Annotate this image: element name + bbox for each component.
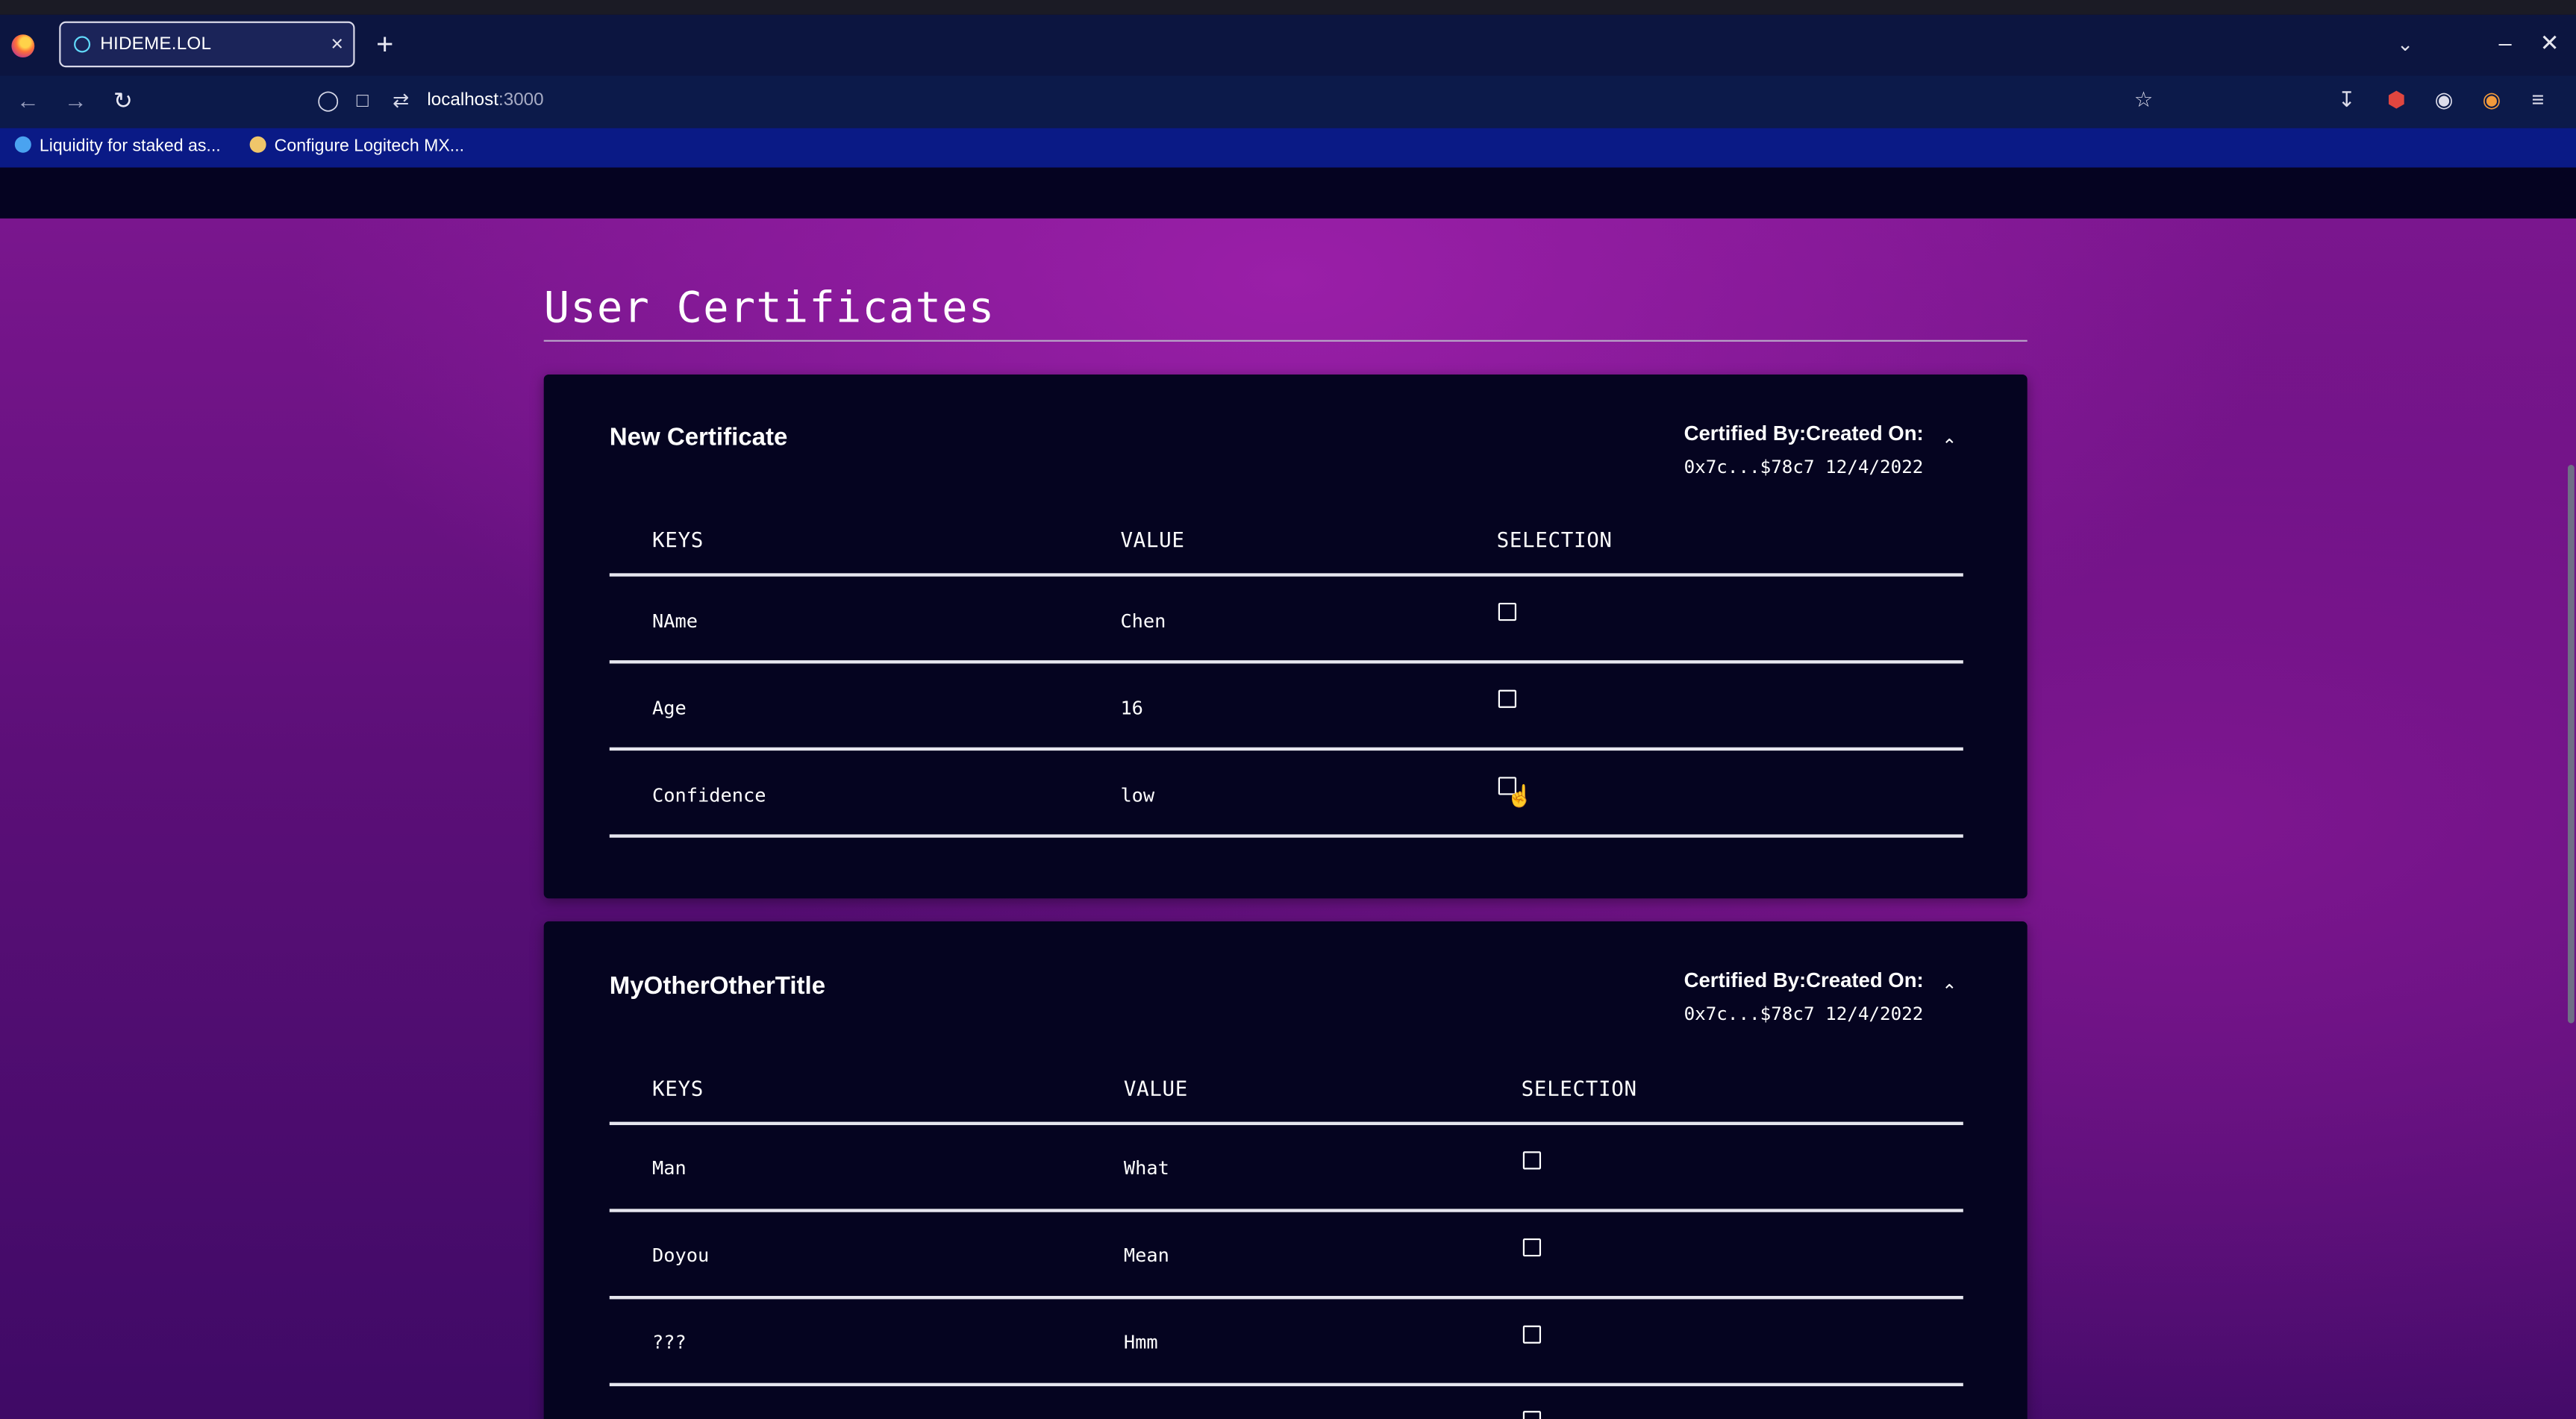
app-header [0,167,2576,219]
certificate-meta: 0x7c...$78c7 12/4/2022 [1684,1003,1924,1025]
header-divider [609,573,1963,577]
row-key: Man [652,1156,687,1180]
close-window-icon[interactable]: ✕ [2540,30,2560,57]
row-divider [609,1382,1963,1387]
bookmark-item[interactable]: Liquidity for staked as... [14,136,221,157]
selection-checkbox[interactable] [1498,689,1517,708]
certified-by-label: Certified By:Created On: [1684,422,1924,445]
row-key: Age [652,696,687,720]
row-value: Mean [1123,1243,1169,1267]
url-host: localhost [427,90,498,110]
row-key: ??? [652,1330,687,1354]
screen: HIDEME.LOL × + ⌄ – ✕ ← → ↻ ◯ □ ⇄ localho… [0,0,2576,1419]
column-header-value: VALUE [1120,527,1185,552]
navigation-bar: ← → ↻ ◯ □ ⇄ localhost:3000 ☆ ↧ ⬢ ◉ ◉ ≡ [0,75,2576,128]
certified-by-label: Certified By:Created On: [1684,968,1924,992]
row-key: NAme [652,609,698,633]
react-favicon-icon [74,36,91,53]
column-header-keys: KEYS [652,527,704,552]
ublock-origin-icon[interactable]: ⬢ [2387,87,2406,113]
tab-title: HIDEME.LOL [100,34,212,54]
forward-icon[interactable]: → [64,87,87,113]
row-value: Hmm [1123,1330,1158,1354]
tab-bar: HIDEME.LOL × + ⌄ – ✕ [0,14,2576,76]
created-on-value: 12/4/2022 [1825,457,1924,478]
certificate-title: MyOtherOtherTitle [609,972,826,1000]
download-icon[interactable]: ↧ [2338,87,2356,113]
column-header-value: VALUE [1123,1076,1189,1101]
chevron-down-icon[interactable]: ⌄ [2397,33,2413,56]
bookmark-label: Configure Logitech MX... [274,136,465,157]
row-value: 16 [1120,696,1143,720]
certificate-card: New Certificate Certified By:Created On:… [543,374,2028,899]
row-divider [609,834,1963,838]
title-divider [543,339,2028,342]
url-port: :3000 [498,90,544,110]
bookmark-star-icon[interactable]: ☆ [2134,87,2154,113]
page-title: User Certificates [543,284,995,333]
row-divider [609,1209,1963,1212]
page-scrollbar[interactable] [2567,465,2575,1024]
row-key: Confidence [652,783,766,806]
droplet-icon [14,136,31,153]
selection-checkbox[interactable] [1498,602,1517,621]
row-value: Chen [1120,609,1166,633]
selection-checkbox[interactable] [1522,1238,1542,1257]
reload-icon[interactable]: ↻ [113,87,133,115]
firefox-logo-icon[interactable] [11,34,35,58]
bookmark-item[interactable]: Configure Logitech MX... [249,136,465,157]
certified-by-value: 0x7c...$78c7 [1684,457,1815,478]
selection-checkbox[interactable] [1522,1411,1542,1419]
pocket-icon[interactable]: ◉ [2435,87,2454,113]
tab-close-icon[interactable]: × [331,31,343,56]
row-value: low [1120,783,1155,806]
logitech-icon [249,136,266,153]
row-value: What [1123,1156,1169,1180]
menu-icon[interactable]: ≡ [2532,87,2545,112]
column-header-selection: SELECTION [1496,527,1613,552]
certificate-card: MyOtherOtherTitle Certified By:Created O… [543,921,2028,1419]
created-on-value: 12/4/2022 [1825,1003,1924,1025]
selection-checkbox[interactable] [1522,1325,1542,1344]
selection-checkbox[interactable] [1522,1151,1542,1170]
row-divider [609,747,1963,751]
row-key: Doyou [652,1243,710,1267]
collapse-chevron-up-icon[interactable]: ⌃ [1942,980,1957,1002]
certified-by-value: 0x7c...$78c7 [1684,1003,1815,1025]
shield-icon[interactable]: ◯ [317,89,340,112]
page-content: User Certificates New Certificate Certif… [0,218,2576,1419]
os-top-bar [0,0,2576,15]
bookmarks-bar: Liquidity for staked as... Configure Log… [0,128,2576,168]
column-header-keys: KEYS [652,1076,704,1101]
url-field[interactable]: localhost:3000 [427,90,543,110]
row-divider [609,1296,1963,1300]
back-icon[interactable]: ← [16,87,40,113]
new-tab-button[interactable]: + [376,30,393,60]
certificate-meta: 0x7c...$78c7 12/4/2022 [1684,457,1924,478]
column-header-selection: SELECTION [1521,1076,1637,1101]
bookmark-label: Liquidity for staked as... [39,136,221,157]
minimize-icon[interactable]: – [2499,30,2512,56]
metamask-icon[interactable]: ◉ [2483,87,2501,113]
page-info-icon[interactable]: □ [357,89,369,112]
collapse-chevron-up-icon[interactable]: ⌃ [1942,435,1957,457]
permissions-icon[interactable]: ⇄ [393,89,409,112]
header-divider [609,1121,1963,1126]
row-divider [609,660,1963,664]
hand-cursor-icon: ☝ [1506,783,1534,809]
active-tab[interactable]: HIDEME.LOL × [59,21,355,68]
certificate-title: New Certificate [609,423,788,452]
